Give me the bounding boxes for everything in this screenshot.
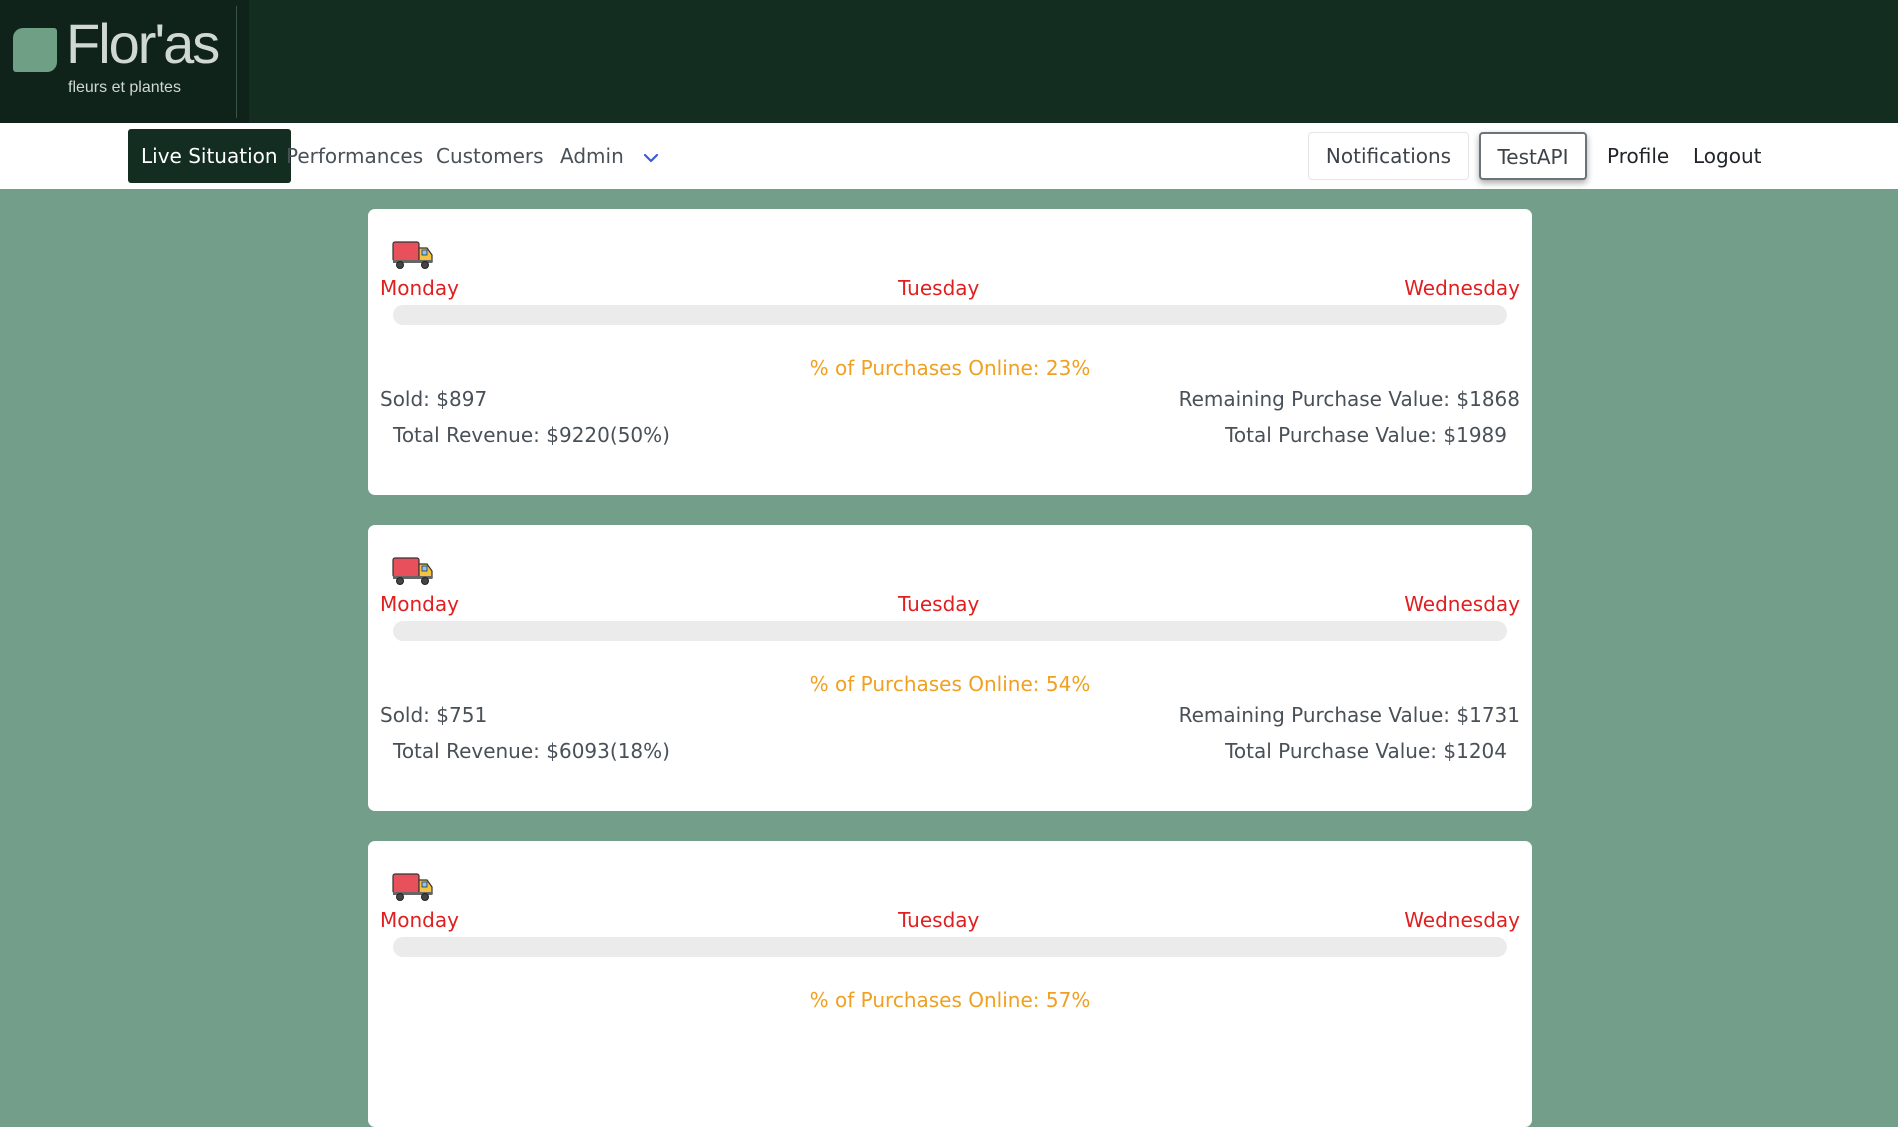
delivery-progress-bar <box>393 937 1507 957</box>
delivery-card: Monday Tuesday Wednesday % of Purchases … <box>368 841 1532 1127</box>
delivery-card: Monday Tuesday Wednesday % of Purchases … <box>368 209 1532 495</box>
day-label: Tuesday <box>898 908 980 932</box>
notifications-button[interactable]: Notifications <box>1308 132 1469 180</box>
day-label: Wednesday <box>1404 908 1520 932</box>
brand-name: Flor'as <box>66 12 220 75</box>
total-purchase-value: Total Purchase Value: $1204 <box>1225 739 1507 763</box>
logo-divider <box>236 6 237 118</box>
delivery-progress-bar <box>393 305 1507 325</box>
delivery-card: Monday Tuesday Wednesday % of Purchases … <box>368 525 1532 811</box>
nav-customers[interactable]: Customers <box>436 129 544 183</box>
remaining-purchase-value: Remaining Purchase Value: $1731 <box>1178 703 1520 727</box>
testapi-button[interactable]: TestAPI <box>1479 132 1587 180</box>
day-label: Monday <box>380 908 459 932</box>
day-label: Monday <box>380 276 459 300</box>
delivery-progress-bar <box>393 621 1507 641</box>
total-purchase-value: Total Purchase Value: $1989 <box>1225 423 1507 447</box>
leaf-icon <box>13 28 57 72</box>
nav-admin-dropdown[interactable]: Admin <box>560 129 660 183</box>
day-label: Wednesday <box>1404 592 1520 616</box>
total-revenue-value: Total Revenue: $6093(18%) <box>393 739 670 763</box>
logout-link[interactable]: Logout <box>1693 129 1761 183</box>
brand-tagline: fleurs et plantes <box>68 79 181 96</box>
top-header: Flor'as fleurs et plantes <box>0 0 1898 123</box>
truck-icon <box>392 241 433 269</box>
total-revenue-value: Total Revenue: $9220(50%) <box>393 423 670 447</box>
day-label: Tuesday <box>898 276 980 300</box>
chevron-down-icon <box>644 153 659 162</box>
online-purchases-label: % of Purchases Online: 23% <box>809 356 1091 380</box>
profile-link[interactable]: Profile <box>1607 129 1669 183</box>
remaining-purchase-value: Remaining Purchase Value: $1868 <box>1178 387 1520 411</box>
online-purchases-label: % of Purchases Online: 54% <box>809 672 1091 696</box>
main-navbar: Live Situation Performances Customers Ad… <box>0 123 1898 189</box>
day-label: Monday <box>380 592 459 616</box>
sold-value: Sold: $751 <box>380 703 488 727</box>
online-purchases-label: % of Purchases Online: 57% <box>809 988 1091 1012</box>
truck-icon <box>392 873 433 901</box>
nav-admin-label: Admin <box>560 144 624 168</box>
day-label: Wednesday <box>1404 276 1520 300</box>
day-label: Tuesday <box>898 592 980 616</box>
truck-icon <box>392 557 433 585</box>
sold-value: Sold: $897 <box>380 387 488 411</box>
nav-performances[interactable]: Performances <box>286 129 423 183</box>
nav-live-situation[interactable]: Live Situation <box>128 129 291 183</box>
brand-logo[interactable]: Flor'as fleurs et plantes <box>0 0 249 123</box>
